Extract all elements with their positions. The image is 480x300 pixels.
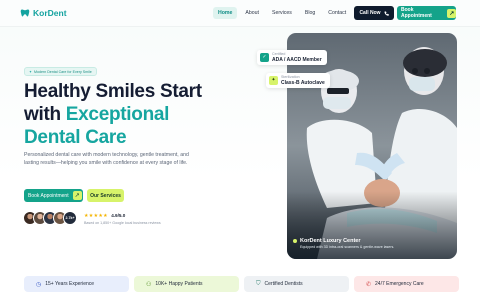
photo-caption: KorDent Luxury Center Equipped with 3D i…: [293, 238, 394, 249]
book-appointment-label: Book Appointment: [401, 7, 432, 19]
headline-line-1: Healthy Smiles Start: [24, 81, 202, 102]
hero-headline: Healthy Smiles Start with Exceptional De…: [24, 80, 264, 149]
stats-bar: ◷ 15+ Years Experience ⚇ 10K+ Happy Pati…: [24, 276, 459, 292]
dentist-procedure-photo: [287, 33, 457, 259]
hero-photo: [287, 33, 457, 259]
stat-experience-label: 15+ Years Experience: [45, 281, 95, 287]
call-now-button[interactable]: Call Now: [354, 6, 394, 20]
rating-value: 4.9/5.0: [111, 213, 126, 218]
book-appointment-button-label: Book Appointment: [28, 192, 69, 199]
rating-note: Based on 1,850+ Google local business re…: [84, 221, 161, 225]
hero-description: Personalized dental care with modern tec…: [24, 152, 189, 166]
stat-patients: ⚇ 10K+ Happy Patients: [134, 276, 239, 292]
nav-item-home[interactable]: Home: [213, 7, 238, 19]
main-nav: Home About Services Blog Contact: [213, 7, 351, 19]
headline-line-3-accent: Dental Care: [24, 127, 127, 148]
headline-line-2-plain: with: [24, 104, 66, 125]
stat-emergency-label: 24/7 Emergency Care: [375, 281, 424, 287]
hero-badge: ✦ Modern Dental Care for Every Smile: [24, 67, 97, 76]
caption-title: KorDent Luxury Center: [300, 238, 361, 244]
hero-badge-text: Modern Dental Care for Every Smile: [34, 69, 92, 74]
brand-logo[interactable]: KorDent: [20, 8, 67, 18]
stat-emergency: ✆ 24/7 Emergency Care: [354, 276, 459, 292]
phone-icon: ✆: [366, 281, 372, 288]
stat-experience: ◷ 15+ Years Experience: [24, 276, 129, 292]
book-appointment-button[interactable]: Book Appointment ↗: [24, 189, 83, 202]
our-services-button-label: Our Services: [90, 192, 121, 199]
patient-count-badge: 2.7k+: [63, 211, 77, 225]
sparkle-icon: ✦: [269, 75, 278, 85]
check-badge-icon: ✓: [260, 52, 269, 62]
caption-subtitle: Equipped with 3D intra-oral scanners & g…: [300, 245, 395, 249]
nav-item-services[interactable]: Services: [267, 7, 297, 19]
users-icon: ⚇: [146, 281, 152, 288]
location-dot-icon: [293, 239, 297, 243]
headline-line-2-accent: Exceptional: [65, 104, 170, 125]
cert1-value: ADA / AACD Member: [272, 56, 322, 63]
stat-certified: ⛉ Certified Dentists: [244, 276, 349, 292]
rating-summary: ★★★★★ 4.9/5.0: [84, 213, 125, 219]
clock-icon: ◷: [36, 281, 42, 288]
patient-avatars: 2.7k+: [23, 211, 77, 225]
stat-certified-label: Certified Dentists: [264, 281, 303, 287]
tooth-icon: [20, 9, 30, 17]
our-services-button[interactable]: Our Services: [87, 189, 124, 202]
certification-card-sterilization: ✦ Sterilization Class-B Autoclave: [266, 73, 330, 88]
phone-icon: [384, 11, 389, 16]
brand-name: KorDent: [33, 8, 67, 18]
sparkle-icon: ✦: [29, 69, 33, 74]
certification-card-ada: ✓ Certified ADA / AACD Member: [257, 50, 327, 65]
cert2-value: Class-B Autoclave: [281, 79, 325, 86]
nav-item-contact[interactable]: Contact: [323, 7, 351, 19]
call-now-label: Call Now: [359, 10, 381, 16]
shield-icon: ⛉: [256, 280, 261, 287]
stat-patients-label: 10K+ Happy Patients: [155, 281, 203, 287]
star-icon: ★★★★★: [84, 213, 108, 219]
arrow-up-right-icon: ↗: [447, 8, 456, 18]
nav-item-blog[interactable]: Blog: [300, 7, 320, 19]
book-appointment-header-button[interactable]: Book Appointment ↗: [397, 6, 456, 20]
site-header: KorDent Home About Services Blog Contact…: [0, 0, 480, 27]
nav-item-about[interactable]: About: [240, 7, 264, 19]
arrow-up-right-icon: ↗: [72, 191, 82, 200]
